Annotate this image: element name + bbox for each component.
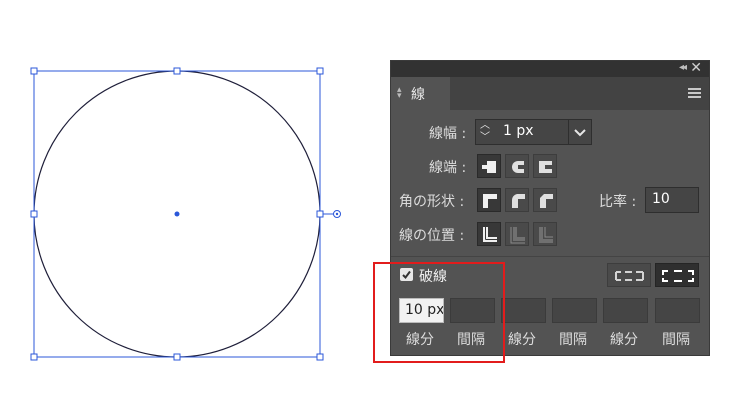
menu-icon[interactable] — [688, 88, 701, 98]
dash-align-corners-icon — [662, 270, 694, 282]
dash-exact-icon — [615, 271, 644, 281]
gap-2-label: 間隔 — [559, 332, 587, 348]
butt-cap-button[interactable] — [477, 154, 501, 178]
weight-value: 1 px — [503, 123, 534, 139]
round-join-icon — [511, 194, 525, 208]
gap-3-label: 間隔 — [662, 332, 690, 348]
dash-2-input[interactable] — [501, 298, 546, 323]
chevron-down-icon — [574, 129, 586, 137]
miter-join-button[interactable] — [477, 188, 501, 212]
round-join-button[interactable] — [505, 188, 529, 212]
cap-label: 線端 : — [429, 160, 467, 176]
weight-label: 線幅 : — [429, 126, 467, 142]
ratio-input[interactable]: 10 — [645, 187, 699, 213]
collapse-icon[interactable]: ◂◂ — [679, 62, 687, 73]
miter-join-icon — [483, 194, 497, 208]
align-label: 線の位置 : — [399, 228, 465, 244]
bevel-join-icon — [540, 194, 553, 208]
butt-cap-icon — [482, 161, 496, 173]
ratio-label: 比率 : — [599, 194, 637, 210]
ratio-value: 10 — [652, 191, 670, 207]
projecting-cap-icon — [539, 161, 552, 173]
align-outside-icon — [539, 227, 553, 243]
align-center-button[interactable] — [477, 222, 501, 246]
gap-3-input[interactable] — [655, 298, 700, 323]
weight-dropdown[interactable] — [568, 120, 591, 144]
center-point — [174, 211, 180, 217]
align-inside-button[interactable] — [505, 222, 529, 246]
round-cap-button[interactable] — [505, 154, 529, 178]
panel-tab-row: ▴ ▾ 線 — [391, 77, 709, 110]
highlight-box — [373, 262, 505, 363]
dash-exact-button[interactable] — [607, 263, 651, 287]
pie-widget-handle[interactable] — [333, 210, 341, 218]
dash-3-input[interactable] — [603, 298, 648, 323]
tab-stroke[interactable]: ▴ ▾ 線 — [391, 77, 450, 110]
align-center-icon — [483, 227, 497, 242]
corner-label: 角の形状 : — [399, 194, 465, 210]
tab-stroke-label: 線 — [411, 87, 425, 103]
align-inside-icon — [510, 227, 525, 244]
round-cap-icon — [512, 161, 524, 173]
gap-2-input[interactable] — [552, 298, 597, 323]
close-icon[interactable]: ✕ — [690, 60, 702, 76]
chevron-up-down-icon[interactable]: ▴ ▾ — [397, 86, 402, 101]
section-divider — [391, 256, 709, 257]
dash-3-label: 線分 — [610, 332, 638, 348]
weight-stepper-icon[interactable]: ︿ ﹀ — [480, 120, 490, 144]
panel-titlebar[interactable]: ◂◂ ✕ — [391, 60, 709, 77]
dash-align-corners-button[interactable] — [655, 263, 699, 287]
projecting-cap-button[interactable] — [533, 154, 557, 178]
align-outside-button[interactable] — [533, 222, 557, 246]
weight-input[interactable]: ︿ ﹀ 1 px — [475, 119, 592, 145]
dash-2-label: 線分 — [508, 332, 536, 348]
bevel-join-button[interactable] — [533, 188, 557, 212]
